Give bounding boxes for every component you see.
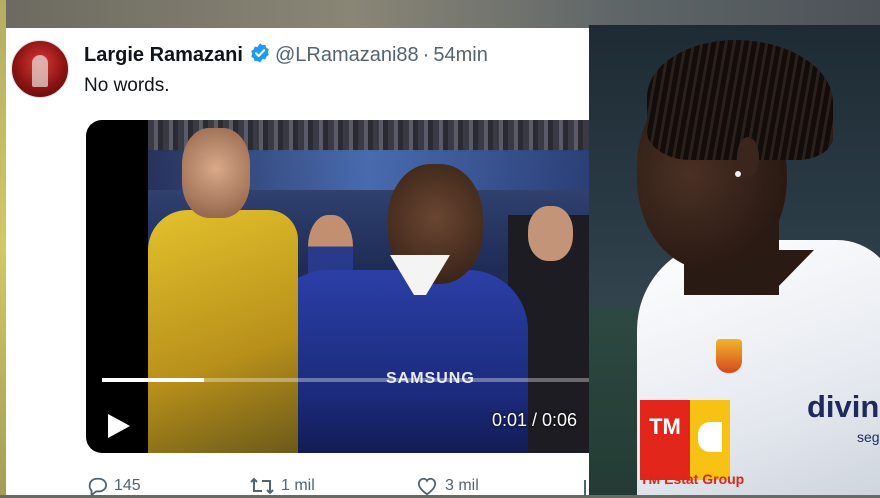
tweet-header: Largie Ramazani @LRamazani88 · 54min	[84, 42, 488, 71]
avatar[interactable]	[11, 40, 69, 98]
heart-icon	[417, 477, 437, 496]
retweet-button[interactable]: 1 mil	[249, 476, 315, 496]
sleeve-sponsor: divin	[807, 389, 880, 424]
display-name[interactable]: Largie Ramazani	[84, 44, 243, 66]
video-frame: SAMSUNG	[148, 120, 589, 453]
sleeve-sponsor-sub: seg	[857, 429, 880, 445]
background-blur-top	[0, 0, 880, 28]
retweet-icon	[250, 477, 274, 495]
reply-button[interactable]: 145	[86, 476, 141, 496]
tweet-timestamp[interactable]: 54min	[433, 44, 487, 66]
verified-badge-icon	[249, 42, 271, 71]
separator-dot: ·	[422, 44, 430, 66]
views-button[interactable]	[582, 476, 588, 496]
video-player[interactable]: SAMSUNG 0:01 / 0:06	[86, 120, 589, 453]
video-progress-fill	[102, 378, 205, 382]
like-count: 3 mil	[445, 477, 479, 494]
reply-icon	[88, 477, 107, 496]
jersey-sponsor-name: TM Estat Group	[640, 471, 745, 487]
user-handle[interactable]: @LRamazani88	[275, 44, 419, 66]
club-crest	[716, 339, 742, 373]
like-button[interactable]: 3 mil	[415, 476, 479, 496]
views-icon	[584, 480, 586, 496]
play-icon	[108, 414, 130, 438]
player-photo: TM TM Estat Group divin seg	[589, 25, 880, 495]
play-button[interactable]	[106, 412, 132, 440]
video-time: 0:01 / 0:06	[492, 410, 578, 430]
tweet-text: No words.	[84, 75, 170, 96]
jersey-sponsor-logo: TM	[640, 400, 730, 480]
reply-count: 145	[114, 477, 141, 494]
tweet-card: Largie Ramazani @LRamazani88 · 54min No wor…	[6, 28, 589, 496]
retweet-count: 1 mil	[281, 477, 315, 494]
